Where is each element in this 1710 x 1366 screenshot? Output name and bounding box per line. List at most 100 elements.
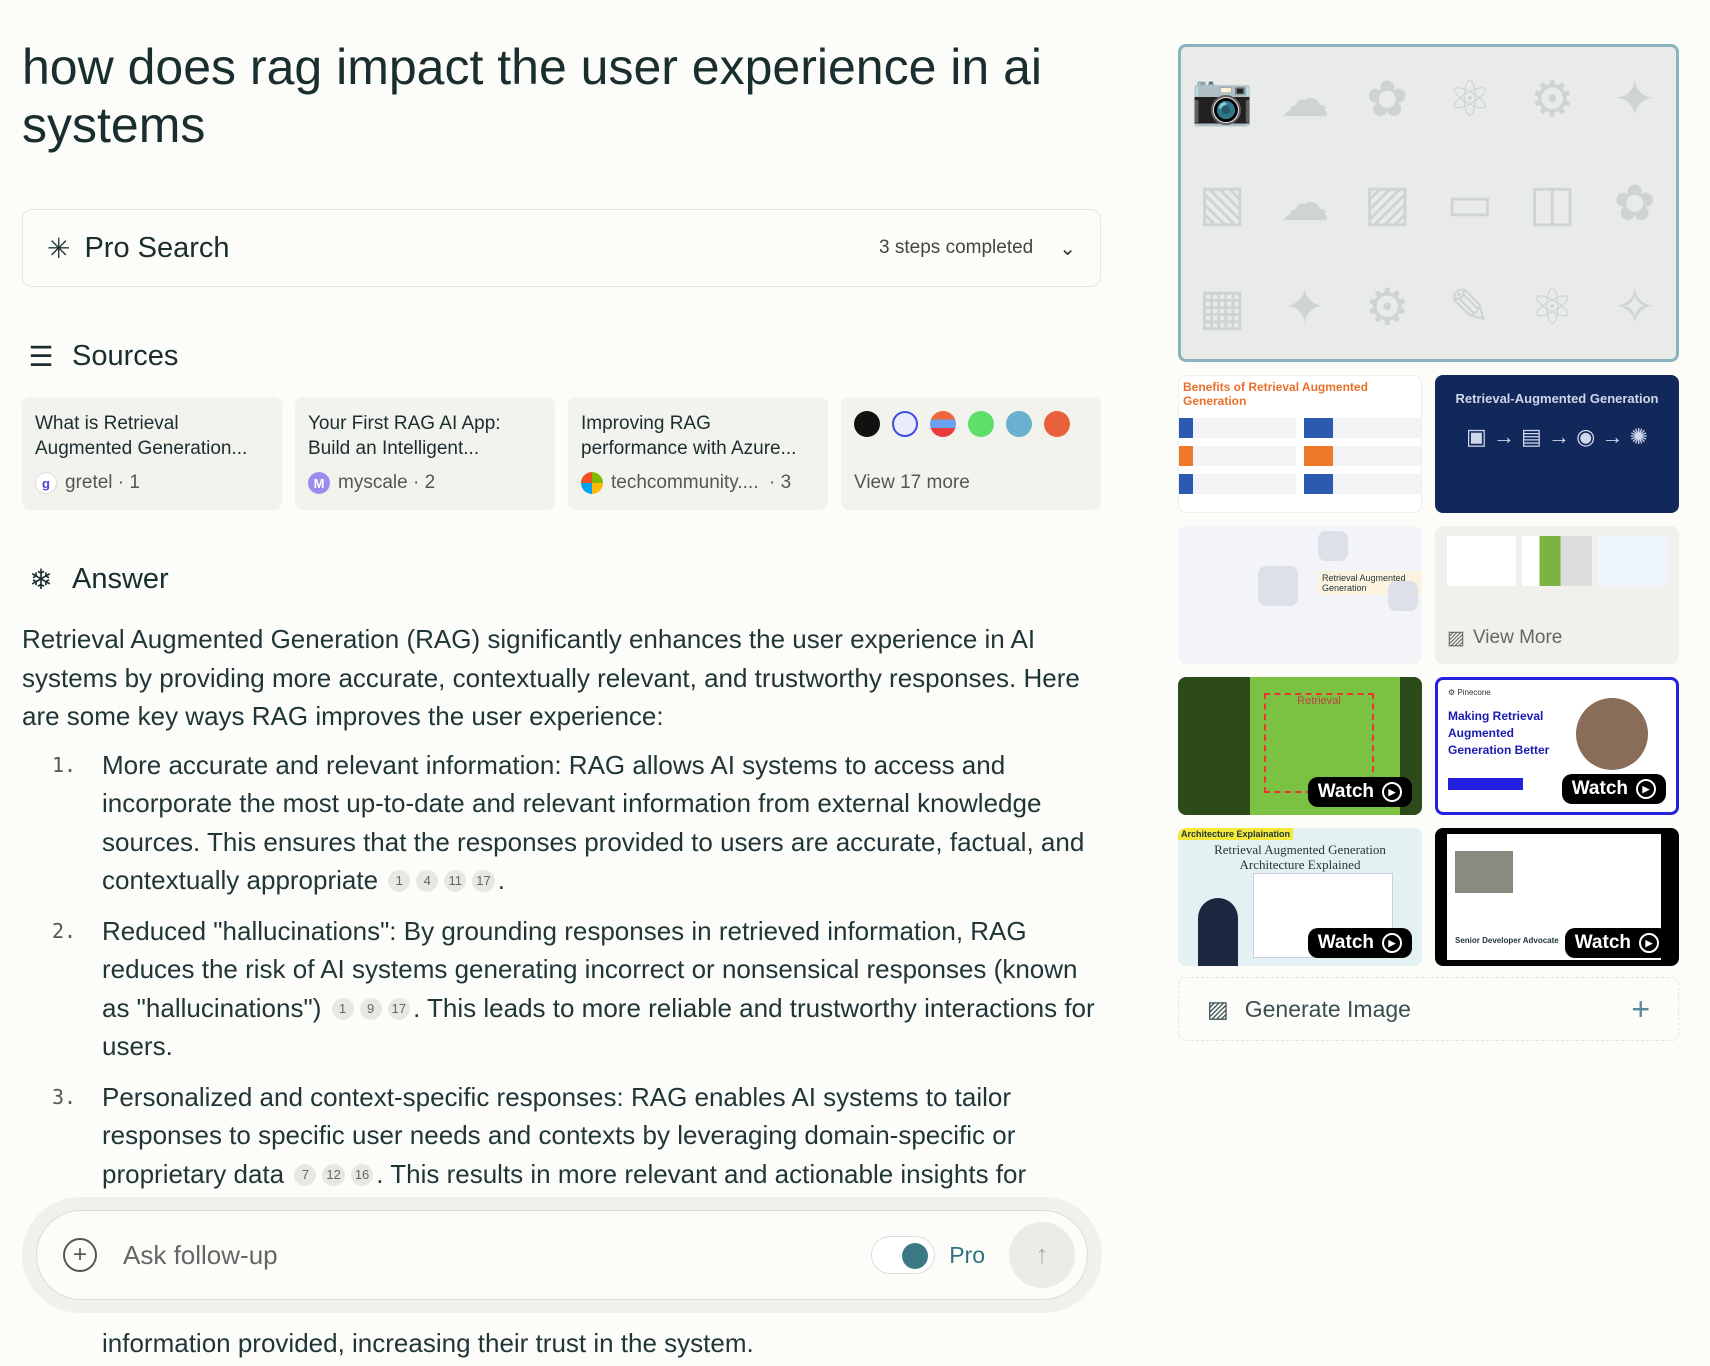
citation[interactable]: 11 bbox=[444, 870, 467, 892]
source-favicons bbox=[854, 411, 1088, 437]
video-thumbnail[interactable]: Architecture Explaination Retrieval Augm… bbox=[1178, 828, 1422, 966]
followup-placeholder[interactable]: Ask follow-up bbox=[123, 1240, 871, 1271]
citation[interactable]: 16 bbox=[350, 1163, 374, 1186]
sources-list: What is Retrieval Augmented Generation..… bbox=[22, 397, 1101, 510]
source-index: 3 bbox=[780, 472, 792, 493]
watch-label: Watch bbox=[1317, 781, 1374, 802]
source-title: What is Retrieval Augmented Generation..… bbox=[35, 413, 248, 459]
image-placeholder: 📷 ☁ ✿ ⚛ ⚙ ✦ ▧ ☁ ▨ ▭ ◫ ✿ ▦ ✦ ⚙ ✎ ⚛ ✧ bbox=[1178, 44, 1679, 362]
source-title: Improving RAG performance with Azure... bbox=[581, 413, 797, 459]
item-text: More accurate and relevant information: … bbox=[102, 749, 1085, 896]
watch-button[interactable]: Watch ▶ bbox=[1564, 928, 1669, 958]
favicon-icon bbox=[892, 411, 918, 437]
chevron-down-icon[interactable]: ⌄ bbox=[1059, 236, 1076, 261]
video-thumbnail[interactable]: Retrieval Watch ▶ bbox=[1178, 677, 1422, 815]
toggle-knob bbox=[902, 1243, 929, 1269]
generate-image-button[interactable]: ▨ Generate Image + bbox=[1178, 977, 1679, 1041]
send-arrow-up-icon[interactable]: ↑ bbox=[1009, 1222, 1075, 1288]
source-card[interactable]: What is Retrieval Augmented Generation..… bbox=[22, 397, 282, 510]
grid-icon: ▦ bbox=[1198, 279, 1246, 336]
answer-continuation: information provided, increasing their t… bbox=[102, 1328, 754, 1358]
item-number: 3. bbox=[52, 1084, 77, 1109]
image-thumbnail[interactable]: Retrieval Augmented Generation bbox=[1178, 526, 1422, 664]
source-index: 1 bbox=[129, 472, 140, 493]
sources-title: Sources bbox=[72, 340, 179, 372]
view-more-media[interactable]: ▨ View More bbox=[1435, 526, 1679, 664]
cloud-icon: ☁ bbox=[1279, 175, 1330, 232]
view-more-label: View More bbox=[1472, 627, 1563, 648]
favicon-icon bbox=[854, 411, 880, 437]
thumb-title: Senior Developer Advocate bbox=[1455, 936, 1559, 945]
watch-label: Watch bbox=[1317, 932, 1374, 953]
source-card[interactable]: Improving RAG performance with Azure... … bbox=[568, 397, 828, 510]
star-icon: ✦ bbox=[1283, 279, 1326, 336]
video-thumbnail[interactable]: ⚙ Pinecone Making Retrieval Augmented Ge… bbox=[1435, 677, 1679, 815]
atom-icon: ⚛ bbox=[1529, 279, 1575, 336]
pro-search-panel[interactable]: ✳ Pro Search 3 steps completed ⌄ bbox=[22, 209, 1101, 287]
source-title: Your First RAG AI App: Build an Intellig… bbox=[308, 413, 501, 459]
play-icon: ▶ bbox=[1382, 782, 1402, 802]
answer-title: Answer bbox=[72, 563, 169, 595]
watch-button[interactable]: Watch ▶ bbox=[1307, 928, 1412, 958]
item-number: 1. bbox=[52, 752, 77, 777]
watch-button[interactable]: Watch ▶ bbox=[1307, 777, 1412, 807]
citation[interactable]: 9 bbox=[359, 997, 382, 1020]
image-thumbnail[interactable]: Benefits of Retrieval Augmented Generati… bbox=[1178, 375, 1422, 513]
citation[interactable]: 17 bbox=[472, 870, 495, 892]
chip-icon: ◫ bbox=[1528, 175, 1576, 232]
view-more-sources-card[interactable]: View 17 more bbox=[841, 397, 1101, 510]
citation[interactable]: 4 bbox=[416, 870, 439, 892]
citation[interactable]: 7 bbox=[294, 1163, 317, 1186]
followup-input[interactable]: + Ask follow-up Pro ↑ bbox=[36, 1210, 1088, 1300]
image-thumbnail[interactable]: Retrieval-Augmented Generation ▣ → ▤ → ◉… bbox=[1435, 375, 1679, 513]
thumb-title: Retrieval Augmented Generation Architect… bbox=[1214, 842, 1386, 872]
sparkle-icon: ✳ bbox=[47, 232, 71, 264]
thumb-title: Retrieval bbox=[1297, 695, 1341, 707]
favicon-icon bbox=[1006, 411, 1032, 437]
answer-body: Retrieval Augmented Generation (RAG) sig… bbox=[22, 620, 1107, 1205]
gretel-favicon-icon: g bbox=[35, 472, 57, 494]
pro-search-label: Pro Search bbox=[84, 231, 230, 264]
perplexity-logo-icon: ❄ bbox=[29, 564, 53, 595]
play-icon: ▶ bbox=[1636, 779, 1656, 799]
image-icon: ▨ bbox=[1363, 175, 1411, 232]
myscale-favicon-icon: M bbox=[308, 472, 330, 494]
gear-icon: ⚙ bbox=[1529, 71, 1575, 128]
sources-heading: ☰ Sources bbox=[24, 340, 178, 373]
favicon-icon bbox=[968, 411, 994, 437]
answer-intro: Retrieval Augmented Generation (RAG) sig… bbox=[22, 624, 1080, 731]
item-number: 2. bbox=[52, 918, 77, 943]
page-title: how does rag impact the user experience … bbox=[22, 39, 1043, 153]
sparkle-icon: ✧ bbox=[1613, 279, 1656, 336]
source-site: myscale bbox=[338, 472, 408, 493]
pencil-icon: ✎ bbox=[1448, 279, 1491, 336]
flower-icon: ✿ bbox=[1366, 71, 1409, 128]
pro-toggle[interactable] bbox=[871, 1236, 936, 1274]
video-thumbnail[interactable]: Senior Developer Advocate Watch ▶ bbox=[1435, 828, 1679, 966]
watch-label: Watch bbox=[1571, 778, 1628, 799]
item-text-end: . bbox=[497, 865, 505, 895]
citation[interactable]: 1 bbox=[388, 870, 411, 892]
generate-image-label: Generate Image bbox=[1244, 995, 1411, 1022]
flower-icon: ✿ bbox=[1613, 175, 1656, 232]
star-icon: ✦ bbox=[1613, 71, 1656, 128]
gear-icon: ⚙ bbox=[1364, 279, 1410, 336]
image-icon: ▨ bbox=[1207, 995, 1229, 1022]
attach-plus-icon[interactable]: + bbox=[63, 1238, 97, 1272]
citation[interactable]: 17 bbox=[387, 997, 411, 1020]
play-icon: ▶ bbox=[1382, 933, 1402, 953]
plus-icon[interactable]: + bbox=[1631, 991, 1650, 1028]
citation[interactable]: 12 bbox=[322, 1163, 345, 1186]
view-more-label: View 17 more bbox=[854, 472, 970, 493]
pro-toggle-label: Pro bbox=[949, 1241, 985, 1268]
watch-button[interactable]: Watch ▶ bbox=[1561, 774, 1666, 804]
citation[interactable]: 1 bbox=[331, 997, 354, 1020]
image-icon: ▧ bbox=[1198, 175, 1246, 232]
source-site: techcommunity.... bbox=[611, 472, 759, 493]
item-text-end: . This results in more relevant and acti… bbox=[376, 1158, 1027, 1189]
thumb-title: Retrieval-Augmented Generation bbox=[1455, 391, 1659, 406]
source-index: 2 bbox=[424, 472, 436, 493]
source-card[interactable]: Your First RAG AI App: Build an Intellig… bbox=[295, 397, 555, 510]
answer-heading: ❄ Answer bbox=[24, 563, 169, 596]
camera-icon: 📷 bbox=[1191, 70, 1254, 127]
